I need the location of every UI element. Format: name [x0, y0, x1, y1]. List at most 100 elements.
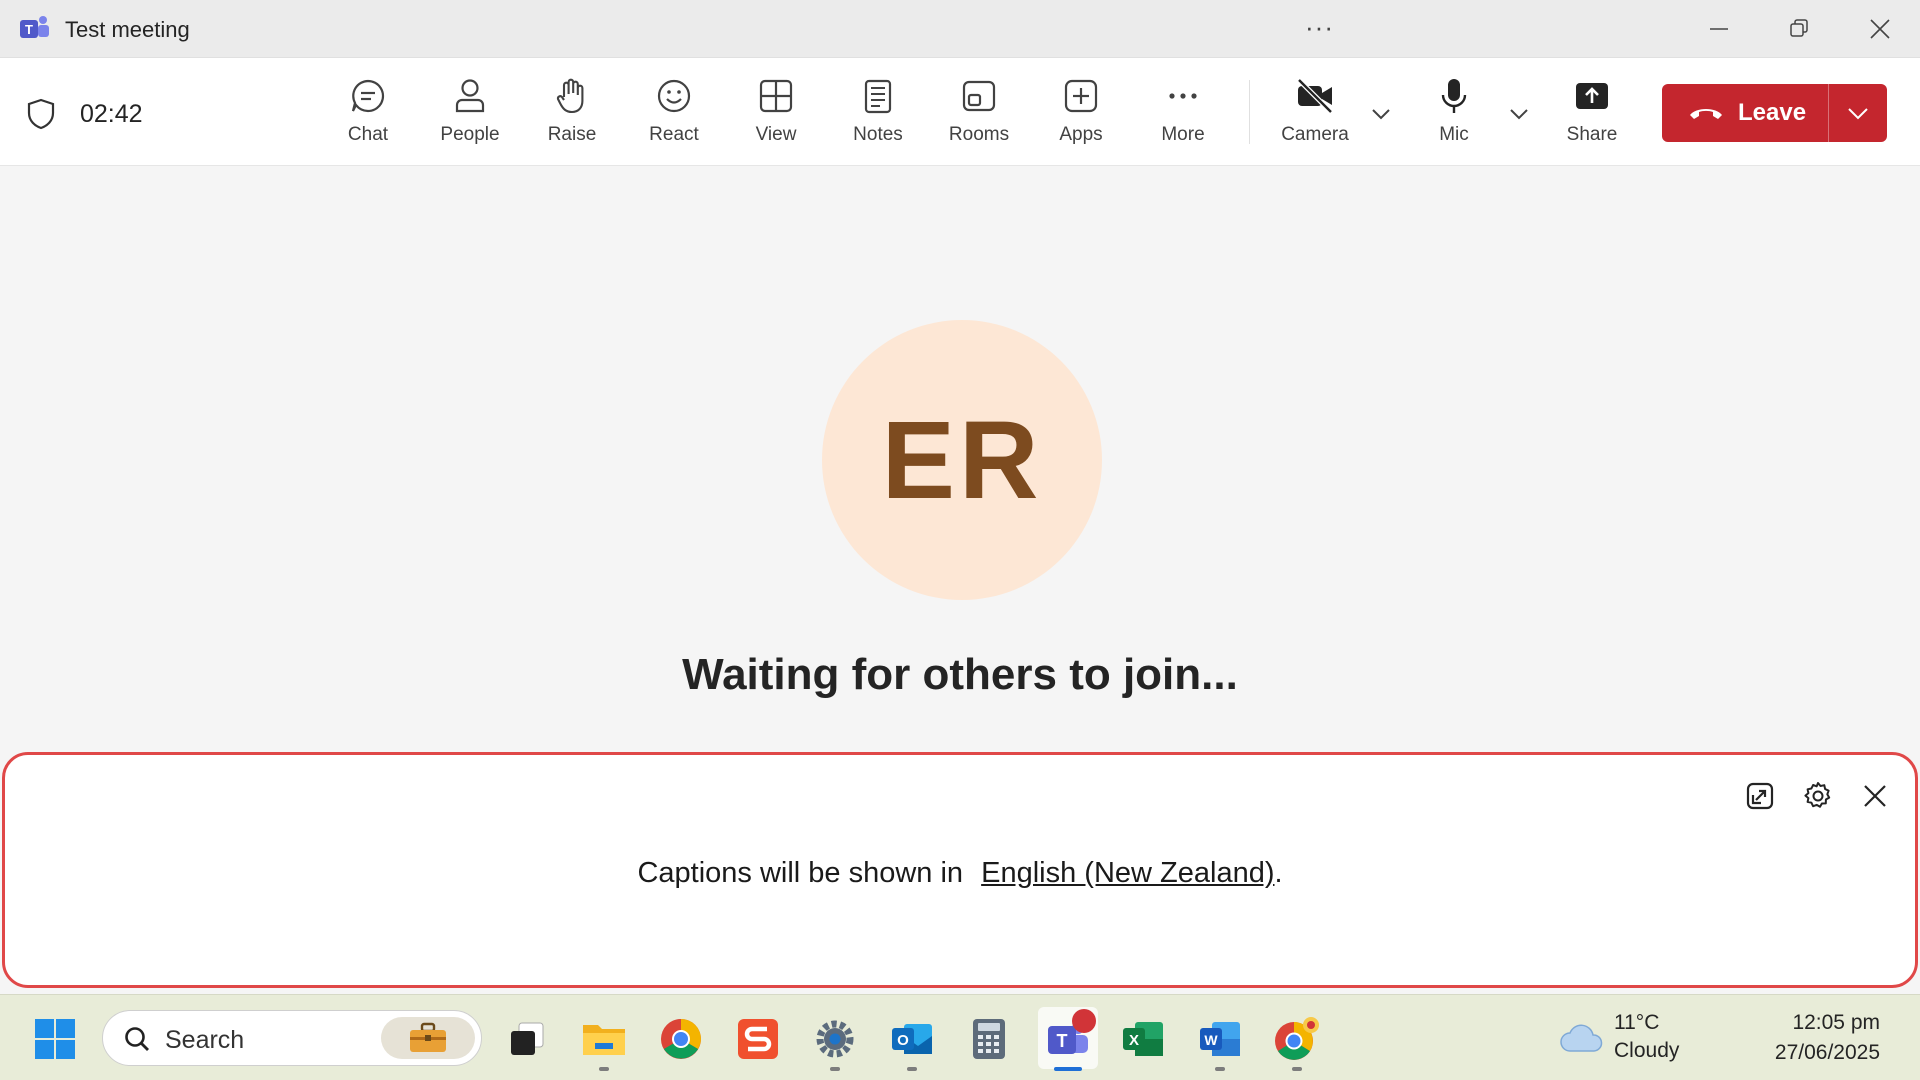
apps-button[interactable]: Apps: [1036, 76, 1126, 152]
restore-button[interactable]: [1784, 14, 1814, 44]
camera-options-chevron-icon[interactable]: [1369, 102, 1393, 126]
react-button[interactable]: React: [629, 76, 719, 152]
share-button[interactable]: Share: [1547, 76, 1637, 152]
camera-label: Camera: [1281, 124, 1349, 145]
svg-text:T: T: [25, 22, 33, 37]
people-icon: [455, 79, 485, 113]
shield-icon: [27, 98, 55, 130]
more-button[interactable]: More: [1138, 76, 1228, 152]
raise-label: Raise: [547, 124, 597, 145]
window-title: Test meeting: [65, 17, 190, 42]
captions-prefix: Captions will be shown in: [637, 857, 964, 889]
outlook-icon: O: [892, 1024, 932, 1054]
chat-icon: [351, 79, 385, 113]
notification-badge: [1072, 1009, 1096, 1033]
notes-label: Notes: [853, 124, 903, 145]
leave-button-group: Leave: [1662, 84, 1887, 142]
meeting-toolbar: 02:42 Chat People Raise React View Notes…: [0, 58, 1920, 166]
svg-text:W: W: [1204, 1032, 1218, 1048]
popout-captions-button[interactable]: [1743, 779, 1777, 813]
taskbar-word[interactable]: W: [1193, 1012, 1247, 1066]
taskbar-chrome[interactable]: [654, 1012, 708, 1066]
close-icon: [1864, 785, 1886, 807]
cloud-icon[interactable]: [1558, 1021, 1604, 1055]
mic-icon: [1441, 79, 1467, 113]
settings-icon: [816, 1020, 854, 1058]
taskbar: Search O T X W 11°C Cloudy 12:05 pm 27/0…: [0, 994, 1920, 1080]
avatar: ER: [822, 320, 1102, 600]
rooms-label: Rooms: [948, 124, 1010, 145]
briefcase-icon: [410, 1022, 446, 1052]
share-icon: [1576, 83, 1608, 109]
raise-hand-button[interactable]: Raise: [527, 76, 617, 152]
close-captions-button[interactable]: [1858, 779, 1892, 813]
leave-label: Leave: [1738, 99, 1807, 126]
windows-start-icon[interactable]: [35, 1019, 75, 1059]
pop-out-icon: [1746, 782, 1774, 810]
weather-temperature[interactable]: 11°C: [1614, 1011, 1659, 1035]
taskbar-chrome-profile[interactable]: [1270, 1012, 1324, 1066]
taskbar-settings[interactable]: [808, 1012, 862, 1066]
mic-options-chevron-icon[interactable]: [1507, 102, 1531, 126]
mic-button[interactable]: Mic: [1409, 76, 1499, 152]
svg-text:T: T: [1057, 1031, 1068, 1051]
smiley-icon: [657, 79, 691, 113]
taskbar-excel[interactable]: X: [1116, 1012, 1170, 1066]
clock-date[interactable]: 27/06/2025: [1775, 1041, 1880, 1065]
toolbar-divider: [1249, 80, 1250, 144]
taskbar-search[interactable]: Search: [102, 1010, 482, 1066]
hang-up-icon: [1690, 109, 1722, 119]
title-bar: T Test meeting ···: [0, 0, 1920, 58]
share-label: Share: [1566, 124, 1618, 145]
minimize-button[interactable]: [1704, 14, 1734, 44]
taskbar-s-app[interactable]: [731, 1012, 785, 1066]
chrome-profile-icon: [1275, 1017, 1319, 1060]
gear-icon: [1804, 782, 1831, 808]
title-more-button[interactable]: ···: [1305, 12, 1334, 43]
chevron-down-icon: [1848, 108, 1868, 120]
rooms-button[interactable]: Rooms: [934, 76, 1024, 152]
taskbar-teams[interactable]: T: [1038, 1007, 1098, 1069]
minimize-icon: [1710, 28, 1728, 30]
close-window-button[interactable]: [1865, 14, 1895, 44]
leave-button[interactable]: Leave: [1662, 84, 1828, 142]
captions-suffix: .: [1274, 857, 1283, 889]
notes-button[interactable]: Notes: [833, 76, 923, 152]
word-icon: W: [1200, 1022, 1240, 1056]
more-label: More: [1161, 124, 1205, 145]
react-label: React: [649, 124, 699, 145]
chat-button[interactable]: Chat: [323, 76, 413, 152]
taskbar-file-explorer[interactable]: [577, 1012, 631, 1066]
clock-time[interactable]: 12:05 pm: [1792, 1011, 1880, 1035]
taskbar-calculator[interactable]: [962, 1012, 1016, 1066]
waiting-message: Waiting for others to join...: [682, 650, 1238, 699]
folder-icon: [583, 1025, 625, 1055]
view-label: View: [755, 124, 797, 145]
caption-language-link[interactable]: English (New Zealand): [981, 857, 1274, 889]
task-view-icon: [511, 1022, 544, 1055]
taskbar-task-view[interactable]: [500, 1012, 554, 1066]
meeting-timer: 02:42: [80, 100, 143, 128]
caption-settings-button[interactable]: [1801, 779, 1835, 813]
leave-options-button[interactable]: [1829, 84, 1887, 142]
add-app-icon: [1064, 79, 1098, 113]
raise-hand-icon: [556, 78, 584, 114]
more-dots-icon: [1169, 93, 1197, 99]
people-label: People: [440, 124, 500, 145]
excel-icon: X: [1123, 1022, 1163, 1056]
taskbar-outlook[interactable]: O: [885, 1012, 939, 1066]
close-icon: [1870, 19, 1890, 39]
camera-button[interactable]: Camera: [1270, 76, 1360, 152]
chrome-icon: [661, 1019, 701, 1059]
grid-view-icon: [759, 79, 793, 113]
restore-icon: [1790, 19, 1808, 37]
calculator-icon: [973, 1019, 1005, 1059]
chat-label: Chat: [347, 124, 389, 145]
view-button[interactable]: View: [731, 76, 821, 152]
search-icon: [125, 1027, 149, 1051]
search-placeholder: Search: [165, 1026, 245, 1054]
teams-logo-icon: T: [20, 16, 49, 38]
search-highlight: [381, 1017, 475, 1059]
people-button[interactable]: People: [425, 76, 515, 152]
weather-condition[interactable]: Cloudy: [1614, 1039, 1679, 1063]
